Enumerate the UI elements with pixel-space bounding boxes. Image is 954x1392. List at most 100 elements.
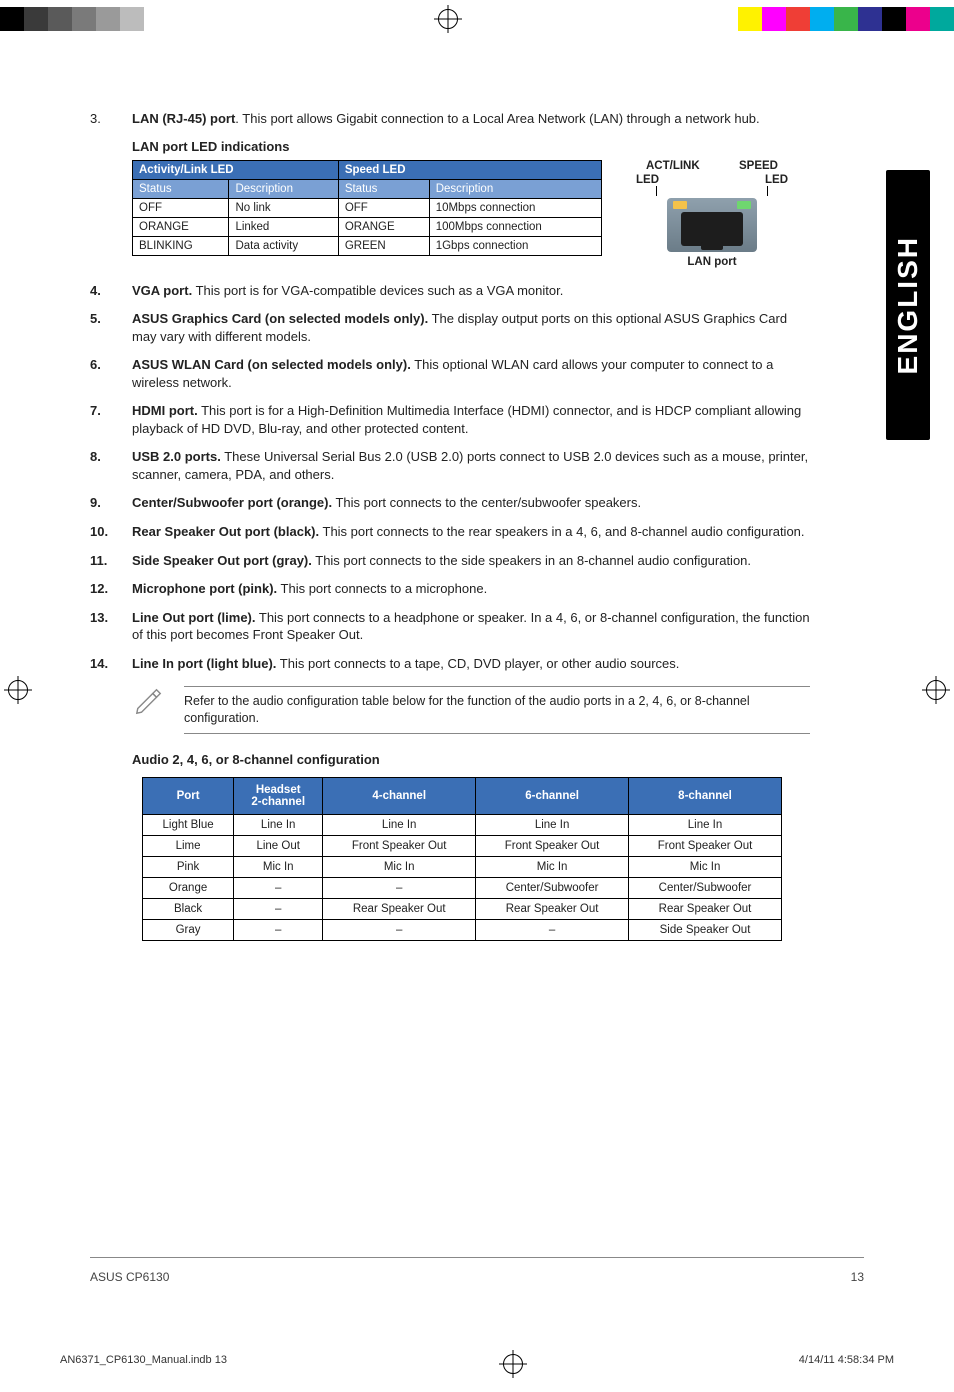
list-item: 14.Line In port (light blue). This port … [90,655,810,673]
table-cell: ORANGE [338,217,429,236]
item-title: LAN (RJ-45) port [132,111,235,126]
note-box: Refer to the audio configuration table b… [132,686,810,734]
language-tab: ENGLISH [886,170,930,440]
table-cell: OFF [133,198,229,217]
table-cell: OFF [338,198,429,217]
item-title: ASUS Graphics Card (on selected models o… [132,311,428,326]
table-cell: 10Mbps connection [429,198,601,217]
table-header: Headset2-channel [234,778,323,815]
item-number: 3. [90,110,132,128]
swatch [120,7,144,31]
list-item: 10.Rear Speaker Out port (black). This p… [90,523,810,541]
job-file: AN6371_CP6130_Manual.indb 13 [60,1354,227,1374]
list-item: 6.ASUS WLAN Card (on selected models onl… [90,356,810,391]
table-cell: – [234,878,323,899]
table-row: PinkMic InMic InMic InMic In [143,857,782,878]
table-cell: Front Speaker Out [476,836,629,857]
lan-port-figure: ACT/LINK SPEED LED LED LAN port [632,160,792,268]
registration-target-icon [438,9,458,29]
item-number: 10. [90,523,132,541]
table-row: OFFNo linkOFF10Mbps connection [133,198,602,217]
footer-page: 13 [851,1270,864,1284]
swatch [762,7,786,31]
table-row: ORANGELinkedORANGE100Mbps connection [133,217,602,236]
table-row: BLINKINGData activityGREEN1Gbps connecti… [133,236,602,255]
swatch [738,7,762,31]
item-title: Center/Subwoofer port (orange). [132,495,332,510]
table-header: Speed LED [338,160,601,179]
item-title: ASUS WLAN Card (on selected models only)… [132,357,411,372]
item-number: 6. [90,356,132,391]
table-cell: Line Out [234,836,323,857]
item-title: VGA port. [132,283,192,298]
table-cell: – [234,899,323,920]
swatch [0,7,24,31]
item-text: This port connects to the center/subwoof… [332,495,641,510]
item-number: 4. [90,282,132,300]
table-row: Black–Rear Speaker OutRear Speaker OutRe… [143,899,782,920]
table-cell: Mic In [323,857,476,878]
figure-caption: LAN port [632,256,792,268]
table-cell: Center/Subwoofer [476,878,629,899]
table-subheader: Status [133,179,229,198]
item-title: Side Speaker Out port (gray). [132,553,312,568]
table-cell: Mic In [629,857,782,878]
item-number: 11. [90,552,132,570]
note-pencil-icon [132,686,166,716]
swatch [786,7,810,31]
table-cell: Line In [476,815,629,836]
table-header: Activity/Link LED [133,160,339,179]
table-cell: – [323,920,476,941]
footer-model: ASUS CP6130 [90,1270,169,1284]
table-cell: BLINKING [133,236,229,255]
list-item: 8.USB 2.0 ports. These Universal Serial … [90,448,810,483]
registration-target-icon [503,1354,523,1374]
table-subheader: Description [429,179,601,198]
table-header: 4-channel [323,778,476,815]
item-text: . This port allows Gigabit connection to… [235,111,759,126]
item-title: USB 2.0 ports. [132,449,221,464]
swatch [930,7,954,31]
swatch [858,7,882,31]
item-text: This port is for VGA-compatible devices … [192,283,563,298]
list-item: 4.VGA port. This port is for VGA-compati… [90,282,810,300]
figure-label: LED [765,174,788,186]
list-item: 3. LAN (RJ-45) port. This port allows Gi… [90,110,810,128]
table-cell: Rear Speaker Out [323,899,476,920]
grayscale-swatches [0,7,168,31]
registration-target-icon [8,680,28,700]
table-cell: No link [229,198,338,217]
audio-config-table: PortHeadset2-channel4-channel6-channel8-… [142,777,782,941]
item-number: 12. [90,580,132,598]
table-cell: Orange [143,878,234,899]
list-item: 13.Line Out port (lime). This port conne… [90,609,810,644]
table-cell: Mic In [234,857,323,878]
figure-label: ACT/LINK [646,160,700,172]
swatch [96,7,120,31]
table-header: 6-channel [476,778,629,815]
table-cell: Line In [629,815,782,836]
swatch [882,7,906,31]
swatch [714,7,738,31]
item-text: This port connects to a tape, CD, DVD pl… [276,656,679,671]
item-number: 14. [90,655,132,673]
print-job-line: AN6371_CP6130_Manual.indb 13 4/14/11 4:5… [60,1354,894,1374]
table-cell: Pink [143,857,234,878]
table-cell: Rear Speaker Out [629,899,782,920]
list-item: 9.Center/Subwoofer port (orange). This p… [90,494,810,512]
table-cell: Light Blue [143,815,234,836]
job-timestamp: 4/14/11 4:58:34 PM [799,1354,894,1374]
list-item: 7.HDMI port. This port is for a High-Def… [90,402,810,437]
figure-label: SPEED [739,160,778,172]
item-text: This port is for a High-Definition Multi… [132,403,801,436]
swatch [834,7,858,31]
table-cell: Line In [323,815,476,836]
table-row: Light BlueLine InLine InLine InLine In [143,815,782,836]
table-cell: Mic In [476,857,629,878]
footer-rule [90,1257,864,1258]
item-title: Line Out port (lime). [132,610,256,625]
lan-jack-icon [667,198,757,252]
note-text: Refer to the audio configuration table b… [184,686,810,734]
table-cell: – [234,920,323,941]
item-number: 13. [90,609,132,644]
